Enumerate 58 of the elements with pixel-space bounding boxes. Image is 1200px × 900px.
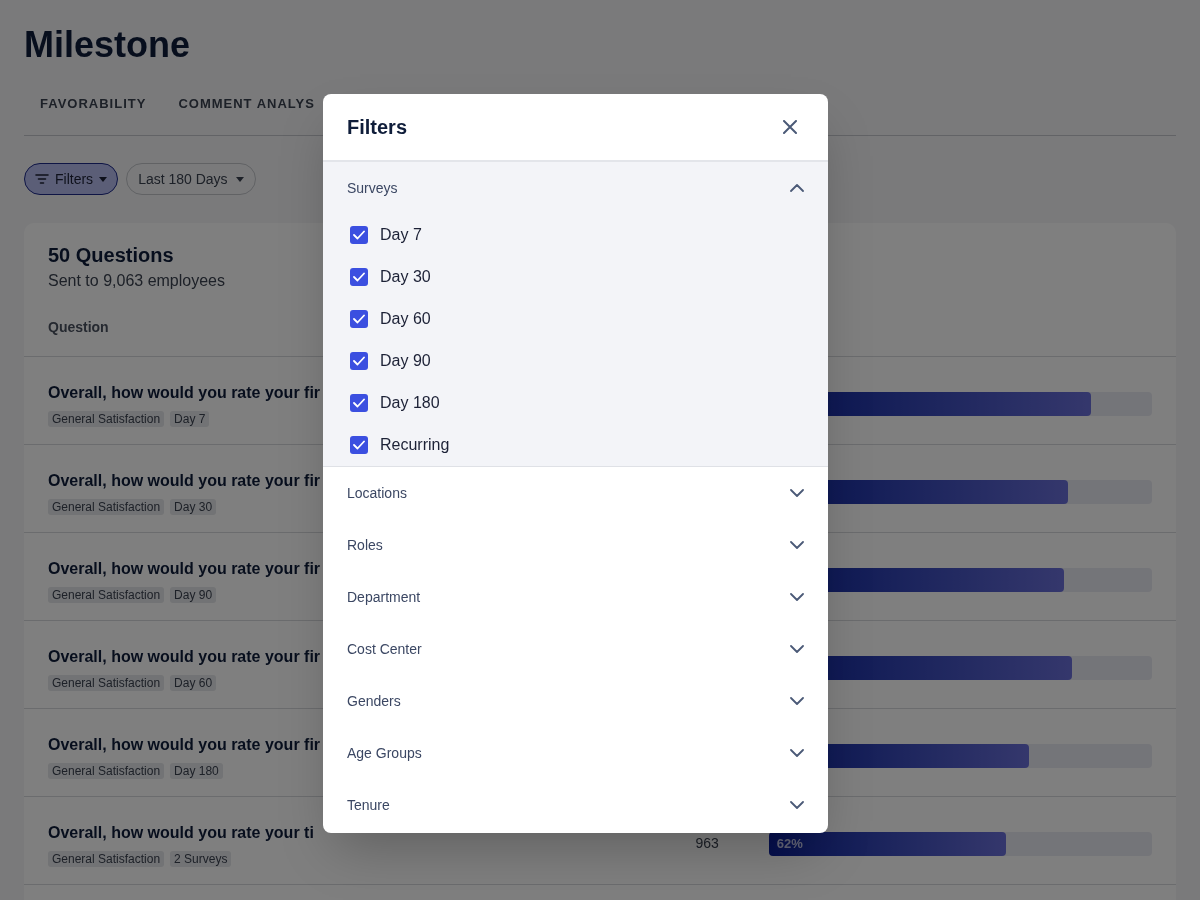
checkmark-icon <box>353 440 365 450</box>
accordion-header[interactable]: Age Groups <box>323 727 828 779</box>
tag: General Satisfaction <box>48 498 165 515</box>
card-subtitle: Sent to 9,063 employees <box>48 271 225 291</box>
accordion-header[interactable]: Genders <box>323 675 828 727</box>
checkmark-icon <box>353 314 365 324</box>
caret-icon <box>235 176 244 182</box>
tag: 2 Surveys <box>170 850 232 867</box>
accordion-header[interactable]: Department <box>323 571 828 623</box>
checkbox[interactable] <box>350 352 368 370</box>
accordion-header[interactable]: Surveys <box>323 162 828 214</box>
card-title: 50 Questions <box>48 243 175 267</box>
question-text: Overall, how would you rate your fir <box>48 558 321 579</box>
tab[interactable]: COMMENT ANALYS <box>178 92 315 114</box>
date-range-dropdown[interactable]: Last 180 Days <box>126 163 256 195</box>
page-title: Milestone <box>24 24 192 66</box>
dialog-title: Filters <box>347 115 408 140</box>
question-text: Overall, how would you rate your fir <box>48 382 321 403</box>
response-count: 963 <box>695 835 719 851</box>
checkbox-label: Day 90 <box>380 351 431 371</box>
tag: General Satisfaction <box>48 586 165 603</box>
tag: Day 60 <box>170 674 217 691</box>
caret-icon <box>99 176 108 182</box>
question-text: Overall, how would you rate your fir <box>48 470 321 491</box>
checkmark-icon <box>353 398 365 408</box>
percent-label: 62% <box>776 836 803 851</box>
accordion-header[interactable]: Cost Center <box>323 623 828 675</box>
filter-icon <box>35 174 49 184</box>
tag: General Satisfaction <box>48 410 165 427</box>
checkbox-label: Day 30 <box>380 267 431 287</box>
checkbox-label: Day 180 <box>380 393 440 413</box>
accordion-header[interactable]: Roles <box>323 519 828 571</box>
question-text: Overall, how would you rate your fir <box>48 646 321 667</box>
column-header: Question <box>48 318 109 337</box>
tag: Day 30 <box>170 498 217 515</box>
accordion-header[interactable]: Tenure <box>323 779 828 831</box>
checkbox-label: Day 60 <box>380 309 431 329</box>
tag: Day 90 <box>170 586 217 603</box>
checkbox[interactable] <box>350 394 368 412</box>
checkmark-icon <box>353 272 365 282</box>
checkbox[interactable] <box>350 268 368 286</box>
tag: General Satisfaction <box>48 674 165 691</box>
question-text: Overall, how would you rate your ti <box>48 822 314 843</box>
tag: Day 180 <box>170 762 223 779</box>
checkbox-label: Day 7 <box>380 225 422 245</box>
checkbox-label: Recurring <box>380 435 450 455</box>
question-text: Overall, how would you rate your fir <box>48 734 321 755</box>
tag: General Satisfaction <box>48 762 165 779</box>
checkbox[interactable] <box>350 436 368 454</box>
checkmark-icon <box>353 356 365 366</box>
checkmark-icon <box>353 230 365 240</box>
checkbox[interactable] <box>350 226 368 244</box>
checkbox[interactable] <box>350 310 368 328</box>
tab[interactable]: FAVORABILITY <box>40 92 147 114</box>
close-icon <box>783 120 797 134</box>
tag: Day 7 <box>170 410 210 427</box>
tag: General Satisfaction <box>48 850 165 867</box>
accordion-header[interactable]: Locations <box>323 467 828 519</box>
